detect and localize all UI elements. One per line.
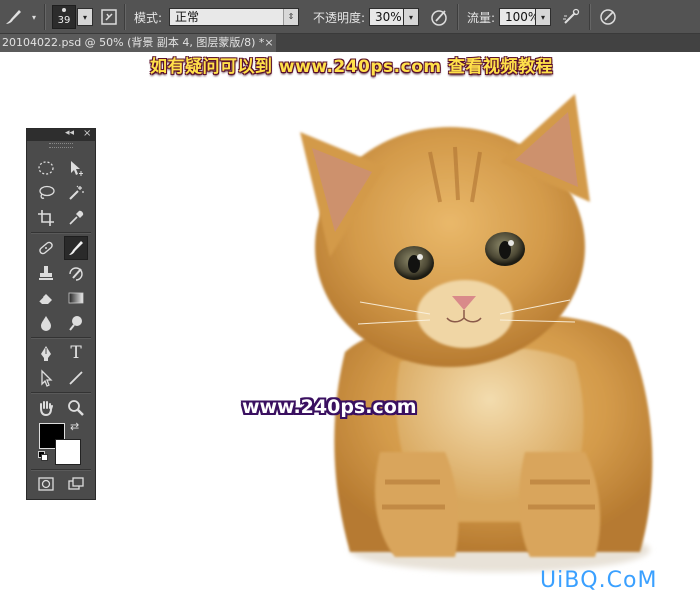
hand-tool[interactable] xyxy=(35,397,57,419)
clone-stamp-tool[interactable] xyxy=(35,262,57,284)
screen-mode-icon xyxy=(68,477,84,490)
elliptical-marquee-icon xyxy=(38,161,54,175)
watermark-corner-logo: UiBQ.CoM xyxy=(540,568,658,593)
opacity-pressure-icon[interactable] xyxy=(428,6,452,28)
flow-slider-dropdown[interactable]: ▾ xyxy=(535,8,551,26)
gradient-tool[interactable] xyxy=(65,287,87,309)
collapse-panel-icon[interactable]: ◂◂ xyxy=(65,128,74,138)
mode-value: 正常 xyxy=(175,10,200,24)
brush-preset-icon[interactable] xyxy=(2,6,26,28)
screen-mode[interactable] xyxy=(65,473,87,495)
magic-wand-icon xyxy=(69,185,84,200)
type-tool[interactable]: T xyxy=(65,342,87,364)
brush-size-value: 39 xyxy=(57,15,71,26)
lasso-tool[interactable] xyxy=(35,182,57,204)
mode-label: 模式: xyxy=(134,10,163,25)
move-tool[interactable] xyxy=(65,157,87,179)
marquee-tool[interactable] xyxy=(35,157,57,179)
eyedropper-tool[interactable] xyxy=(65,207,87,229)
brush-size-preview[interactable]: 39 xyxy=(52,5,76,29)
line-icon xyxy=(69,371,83,385)
type-t-icon: T xyxy=(70,343,82,363)
bandage-icon xyxy=(39,241,53,255)
swap-colors-icon[interactable]: ⇄ xyxy=(70,420,79,433)
panel-grip[interactable] xyxy=(49,143,73,148)
line-tool[interactable] xyxy=(65,367,87,389)
kitten-photo xyxy=(300,94,653,572)
close-panel-icon[interactable]: × xyxy=(83,128,91,139)
document-tab-title: 20104022.psd @ 50% (背景 副本 4, 图层蒙版/8) * xyxy=(2,36,265,49)
tool-preset-dropdown[interactable]: ▾ xyxy=(26,8,42,26)
tools-panel-header[interactable]: ◂◂ × xyxy=(27,128,95,141)
quick-mask-icon xyxy=(38,477,54,491)
magic-wand-tool[interactable] xyxy=(65,182,87,204)
background-color-swatch[interactable] xyxy=(55,439,81,465)
document-tab-close-icon[interactable]: × xyxy=(262,34,276,52)
history-brush-icon xyxy=(69,267,83,281)
crop-icon xyxy=(38,210,54,226)
brush-tip-icon xyxy=(62,8,66,12)
path-selection-tool[interactable] xyxy=(35,367,57,389)
document-tab[interactable]: 20104022.psd @ 50% (背景 副本 4, 图层蒙版/8) * xyxy=(0,34,276,52)
blur-drop-icon xyxy=(41,316,51,331)
mode-dropdown[interactable]: 正常 ⇕ xyxy=(169,8,299,26)
eraser-tool[interactable] xyxy=(35,287,57,309)
watermark-mid-text: www.240ps.com xyxy=(242,396,417,418)
brush-panel-toggle-icon[interactable] xyxy=(97,6,121,28)
tools-panel: ◂◂ × T ⇄ xyxy=(26,128,96,500)
path-select-arrow-icon xyxy=(41,369,53,387)
options-bar: ▾ 39 ▾ 模式: 正常 ⇕ 不透明度: 30% ▾ 流量: 100% ▾ xyxy=(0,0,700,34)
airbrush-icon[interactable] xyxy=(560,6,584,28)
mode-dropdown-arrow-icon: ⇕ xyxy=(283,9,298,25)
eyedropper-icon xyxy=(69,210,84,225)
brush-icon xyxy=(69,241,83,255)
size-pressure-icon[interactable] xyxy=(596,6,620,28)
brush-tool[interactable] xyxy=(64,236,88,260)
move-arrow-icon xyxy=(71,161,83,176)
stamp-icon xyxy=(39,266,53,280)
magnifier-icon xyxy=(68,400,84,416)
hand-icon xyxy=(40,401,53,417)
opacity-label: 不透明度: xyxy=(313,10,366,25)
quick-mask-mode[interactable] xyxy=(35,473,57,495)
healing-brush-tool[interactable] xyxy=(35,237,57,259)
flow-input[interactable]: 100% xyxy=(499,8,539,26)
opacity-value: 30% xyxy=(375,10,402,24)
dodge-tool[interactable] xyxy=(65,312,87,334)
brush-picker-dropdown[interactable]: ▾ xyxy=(77,8,93,26)
document-canvas[interactable]: 如有疑问可以到 www.240ps.com 查看视频教程 www.240ps.c… xyxy=(0,52,700,602)
eraser-icon xyxy=(38,294,52,304)
lasso-icon xyxy=(39,185,55,199)
blur-tool[interactable] xyxy=(35,312,57,334)
opacity-input[interactable]: 30% xyxy=(369,8,403,26)
history-brush-tool[interactable] xyxy=(65,262,87,284)
watermark-top-text: 如有疑问可以到 www.240ps.com 查看视频教程 xyxy=(150,57,554,77)
gradient-icon xyxy=(68,292,84,304)
flow-label: 流量: xyxy=(467,10,496,25)
zoom-tool[interactable] xyxy=(65,397,87,419)
dodge-icon xyxy=(69,316,82,331)
pen-tool[interactable] xyxy=(35,342,57,364)
opacity-slider-dropdown[interactable]: ▾ xyxy=(403,8,419,26)
default-colors-icon[interactable] xyxy=(38,451,48,461)
document-tab-bar: 20104022.psd @ 50% (背景 副本 4, 图层蒙版/8) * × xyxy=(0,34,700,52)
crop-tool[interactable] xyxy=(35,207,57,229)
pen-icon xyxy=(41,346,51,361)
